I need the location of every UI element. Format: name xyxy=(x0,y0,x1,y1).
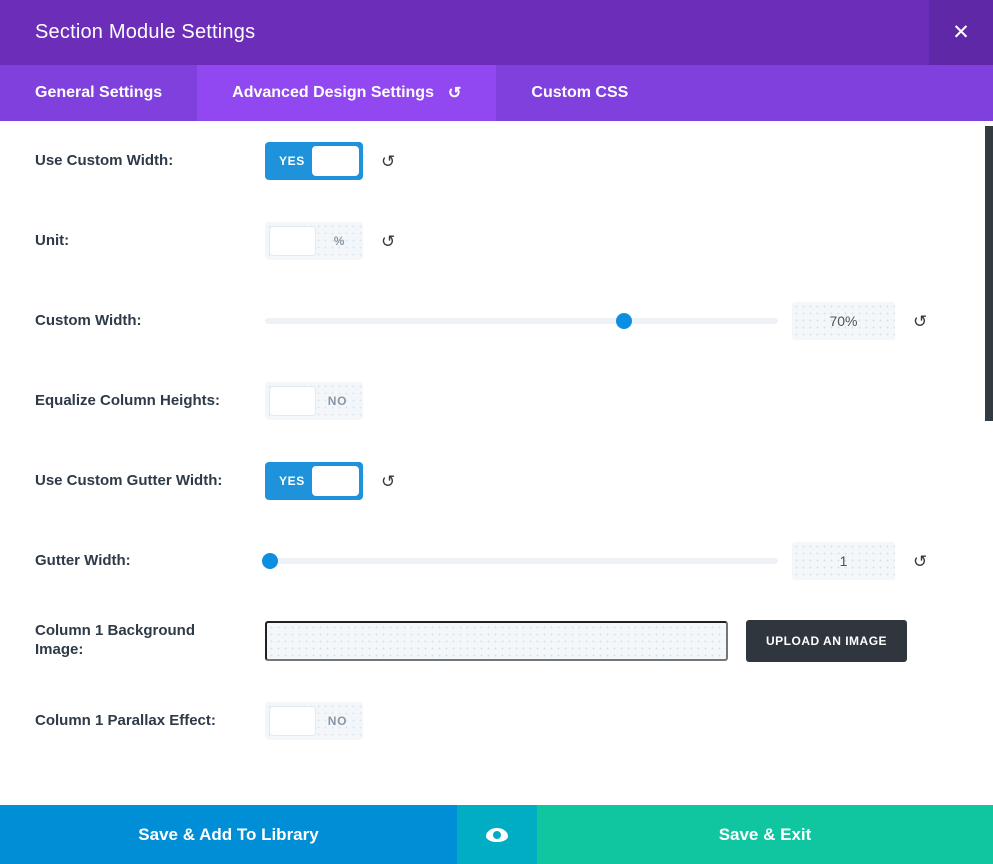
modal-footer: Save & Add To Library Save & Exit xyxy=(0,805,993,864)
form-row-column-1-background-image: Column 1 Background Image: UPLOAD AN IMA… xyxy=(0,601,993,681)
toggle-use-custom-width-value: YES xyxy=(279,154,305,168)
tab-custom-css-label: Custom CSS xyxy=(531,84,628,102)
tab-bar: General Settings Advanced Design Setting… xyxy=(0,65,993,121)
upload-an-image-button[interactable]: UPLOAD AN IMAGE xyxy=(746,620,907,662)
column-1-background-image-input[interactable] xyxy=(265,621,728,661)
close-button[interactable]: ✕ xyxy=(929,0,993,65)
control-equalize-column-heights: NO xyxy=(265,382,973,420)
tab-custom-css[interactable]: Custom CSS xyxy=(496,65,663,121)
form-row-equalize-column-heights: Equalize Column Heights: NO xyxy=(0,361,993,441)
toggle-unit-value: % xyxy=(334,234,345,248)
scrollbar-thumb[interactable] xyxy=(985,126,993,421)
toggle-knob xyxy=(269,706,316,736)
label-column-1-parallax-effect: Column 1 Parallax Effect: xyxy=(35,712,265,731)
form-row-gutter-width: Gutter Width: 1 ↻ xyxy=(0,521,993,601)
vertical-scrollbar[interactable] xyxy=(985,121,993,864)
eye-icon xyxy=(486,828,508,842)
section-module-settings-modal: Section Module Settings ✕ General Settin… xyxy=(0,0,993,864)
tab-reset-icon[interactable]: ↻ xyxy=(448,83,461,103)
save-and-exit-button[interactable]: Save & Exit xyxy=(537,805,993,864)
control-use-custom-gutter-width: YES ↻ xyxy=(265,462,973,500)
form-row-use-custom-gutter-width: Use Custom Gutter Width: YES ↻ xyxy=(0,441,993,521)
tab-advanced-design-settings-label: Advanced Design Settings xyxy=(232,84,434,102)
label-custom-width: Custom Width: xyxy=(35,312,265,331)
toggle-use-custom-gutter-width-value: YES xyxy=(279,474,305,488)
reset-use-custom-width-icon[interactable]: ↻ xyxy=(381,153,395,170)
form-row-column-1-parallax-effect: Column 1 Parallax Effect: NO xyxy=(0,681,993,761)
toggle-unit[interactable]: % xyxy=(265,222,363,260)
control-custom-width: 70% ↻ xyxy=(265,302,973,340)
label-use-custom-gutter-width: Use Custom Gutter Width: xyxy=(35,472,265,491)
label-equalize-column-heights: Equalize Column Heights: xyxy=(35,392,265,411)
control-column-1-parallax-effect: NO xyxy=(265,702,973,740)
control-unit: % ↻ xyxy=(265,222,973,260)
slider-track xyxy=(265,318,778,324)
label-unit: Unit: xyxy=(35,232,265,251)
tab-general-settings-label: General Settings xyxy=(35,84,162,102)
page-title: Section Module Settings xyxy=(0,21,255,44)
form-row-use-custom-width: Use Custom Width: YES ↻ xyxy=(0,121,993,201)
control-gutter-width: 1 ↻ xyxy=(265,542,973,580)
reset-unit-icon[interactable]: ↻ xyxy=(381,233,395,250)
settings-form-body: Use Custom Width: YES ↻ Unit: % xyxy=(0,121,993,864)
toggle-use-custom-width[interactable]: YES xyxy=(265,142,363,180)
slider-gutter-width[interactable] xyxy=(265,542,778,580)
form-row-custom-width: Custom Width: 70% ↻ xyxy=(0,281,993,361)
toggle-use-custom-gutter-width[interactable]: YES xyxy=(265,462,363,500)
form-row-unit: Unit: % ↻ xyxy=(0,201,993,281)
close-icon: ✕ xyxy=(952,22,970,43)
toggle-knob xyxy=(269,226,316,256)
reset-gutter-width-icon[interactable]: ↻ xyxy=(913,553,927,570)
reset-use-custom-gutter-width-icon[interactable]: ↻ xyxy=(381,473,395,490)
slider-value-gutter-width[interactable]: 1 xyxy=(792,542,895,580)
toggle-knob xyxy=(269,386,316,416)
toggle-knob xyxy=(312,466,359,496)
modal-header: Section Module Settings ✕ xyxy=(0,0,993,65)
slider-handle[interactable] xyxy=(262,553,278,569)
reset-custom-width-icon[interactable]: ↻ xyxy=(913,313,927,330)
save-and-add-to-library-button[interactable]: Save & Add To Library xyxy=(0,805,457,864)
toggle-equalize-column-heights[interactable]: NO xyxy=(265,382,363,420)
label-gutter-width: Gutter Width: xyxy=(35,552,265,571)
toggle-column-1-parallax-effect[interactable]: NO xyxy=(265,702,363,740)
preview-button[interactable] xyxy=(457,805,537,864)
toggle-knob xyxy=(312,146,359,176)
settings-scroll-area: Use Custom Width: YES ↻ Unit: % xyxy=(0,121,993,864)
tab-general-settings[interactable]: General Settings xyxy=(0,65,197,121)
slider-handle[interactable] xyxy=(616,313,632,329)
control-column-1-background-image: UPLOAD AN IMAGE xyxy=(265,620,973,662)
label-column-1-background-image: Column 1 Background Image: xyxy=(35,622,265,660)
slider-track xyxy=(265,558,778,564)
toggle-equalize-column-heights-value: NO xyxy=(328,394,347,408)
toggle-column-1-parallax-effect-value: NO xyxy=(328,714,347,728)
control-use-custom-width: YES ↻ xyxy=(265,142,973,180)
slider-custom-width[interactable] xyxy=(265,302,778,340)
slider-value-custom-width[interactable]: 70% xyxy=(792,302,895,340)
label-use-custom-width: Use Custom Width: xyxy=(35,152,265,171)
tab-advanced-design-settings[interactable]: Advanced Design Settings ↻ xyxy=(197,65,496,121)
